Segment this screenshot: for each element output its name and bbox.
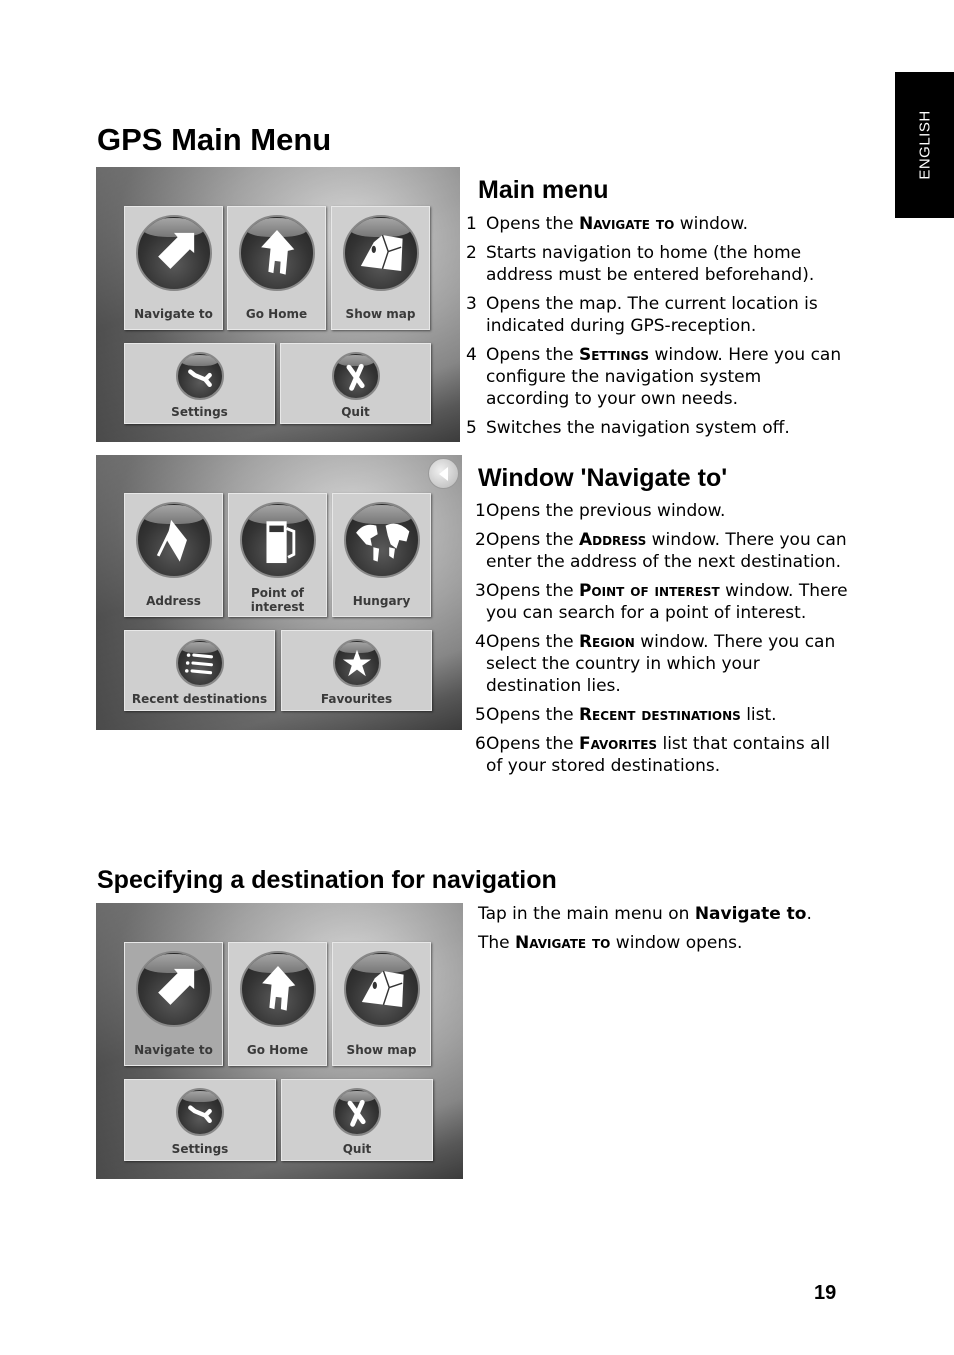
list-item: 5 Opens the Recent destinations list. — [475, 705, 777, 725]
navigate-window-list: 1 Opens the previous window. 2 Opens the A… — [475, 500, 850, 784]
tile-label: Settings — [171, 405, 228, 419]
flag-icon — [135, 502, 212, 578]
tile-label: Address — [146, 594, 201, 608]
show-map-tile[interactable]: Show map — [331, 206, 430, 330]
instruction-result: The Navigate to window opens. — [478, 933, 743, 953]
list-item: 1 Opens the previous window. — [475, 501, 726, 521]
cross-icon — [331, 352, 380, 400]
star-icon — [332, 639, 381, 687]
main-menu-screenshot: Navigate to Go Home Show map Settings Qu… — [96, 167, 460, 442]
house-icon — [239, 951, 316, 1027]
list-item: 4 Opens the Settings window. Here you can… — [466, 345, 842, 409]
settings-tile[interactable]: Settings — [124, 1079, 276, 1161]
go-home-tile[interactable]: Go Home — [228, 942, 327, 1066]
navigate-to-tile[interactable]: Navigate to — [124, 942, 223, 1066]
list-item: 4 Opens the Region window. There you can … — [475, 632, 836, 696]
tile-label: Go Home — [246, 1043, 309, 1057]
tile-label: Hungary — [352, 594, 411, 608]
go-home-tile[interactable]: Go Home — [227, 206, 326, 330]
back-arrow-icon[interactable] — [428, 458, 459, 489]
page-number: 19 — [814, 1282, 837, 1304]
arrow-icon — [135, 215, 212, 291]
tile-label: Quit — [341, 405, 370, 419]
list-item: 5 Switches the navigation system off. — [466, 418, 790, 438]
globe-icon — [343, 502, 420, 578]
navigate-window-heading: Window 'Navigate to' — [478, 464, 728, 492]
navigate-to-tile[interactable]: Navigate to — [124, 206, 223, 330]
quit-tile[interactable]: Quit — [281, 1079, 433, 1161]
arrow-icon — [135, 951, 212, 1027]
list-item: 3 Opens the Point of interest window. The… — [475, 581, 848, 623]
tile-label: Recent destinations — [131, 692, 268, 706]
quit-tile[interactable]: Quit — [280, 343, 431, 424]
wrench-icon — [176, 1088, 224, 1136]
map-icon — [343, 951, 420, 1027]
show-map-tile[interactable]: Show map — [332, 942, 431, 1066]
main-menu-list: 1 Opens the Navigate to window. 2 Starts n… — [466, 213, 846, 446]
list-icon — [175, 639, 224, 687]
address-tile[interactable]: Address — [124, 493, 223, 617]
point-of-interest-tile[interactable]: Point of interest — [228, 493, 327, 617]
cross-icon — [333, 1088, 381, 1136]
house-icon — [238, 215, 315, 291]
tile-label: Point of interest — [250, 586, 305, 614]
tile-label: Show map — [345, 307, 416, 321]
tile-label: Show map — [346, 1043, 417, 1057]
specifying-heading: Specifying a destination for navigation — [97, 866, 557, 894]
tile-label: Navigate to — [134, 1043, 213, 1057]
language-tab: ENGLISH — [895, 72, 954, 218]
list-item: 1 Opens the Navigate to window. — [466, 214, 749, 234]
page-title: GPS Main Menu — [97, 122, 332, 157]
list-item: 2 Starts navigation to home (the home add… — [466, 243, 815, 285]
tile-label: Favourites — [320, 692, 393, 706]
tile-label: Settings — [171, 1142, 229, 1156]
instruction-tap: Tap in the main menu on Navigate to. — [478, 904, 812, 924]
specifying-screenshot: Navigate to Go Home Show map Settings Qu… — [96, 903, 463, 1179]
main-menu-heading: Main menu — [478, 176, 609, 204]
wrench-icon — [175, 352, 224, 400]
settings-tile[interactable]: Settings — [124, 343, 275, 424]
recent-destinations-tile[interactable]: Recent destinations — [124, 630, 275, 711]
tile-label: Go Home — [245, 307, 308, 321]
tile-label: Quit — [342, 1142, 372, 1156]
region-hungary-tile[interactable]: Hungary — [332, 493, 431, 617]
favourites-tile[interactable]: Favourites — [281, 630, 432, 711]
navigate-window-screenshot: Address Point of interest Hungary Recent… — [96, 455, 462, 730]
map-icon — [342, 215, 419, 291]
list-item: 2 Opens the Address window. There you can… — [475, 530, 847, 572]
language-label: ENGLISH — [916, 110, 933, 180]
list-item: 3 Opens the map. The current location is … — [466, 294, 818, 336]
list-item: 6 Opens the Favorites list that contains … — [475, 734, 830, 776]
tile-label: Navigate to — [134, 307, 213, 321]
fuel-pump-icon — [239, 502, 316, 578]
